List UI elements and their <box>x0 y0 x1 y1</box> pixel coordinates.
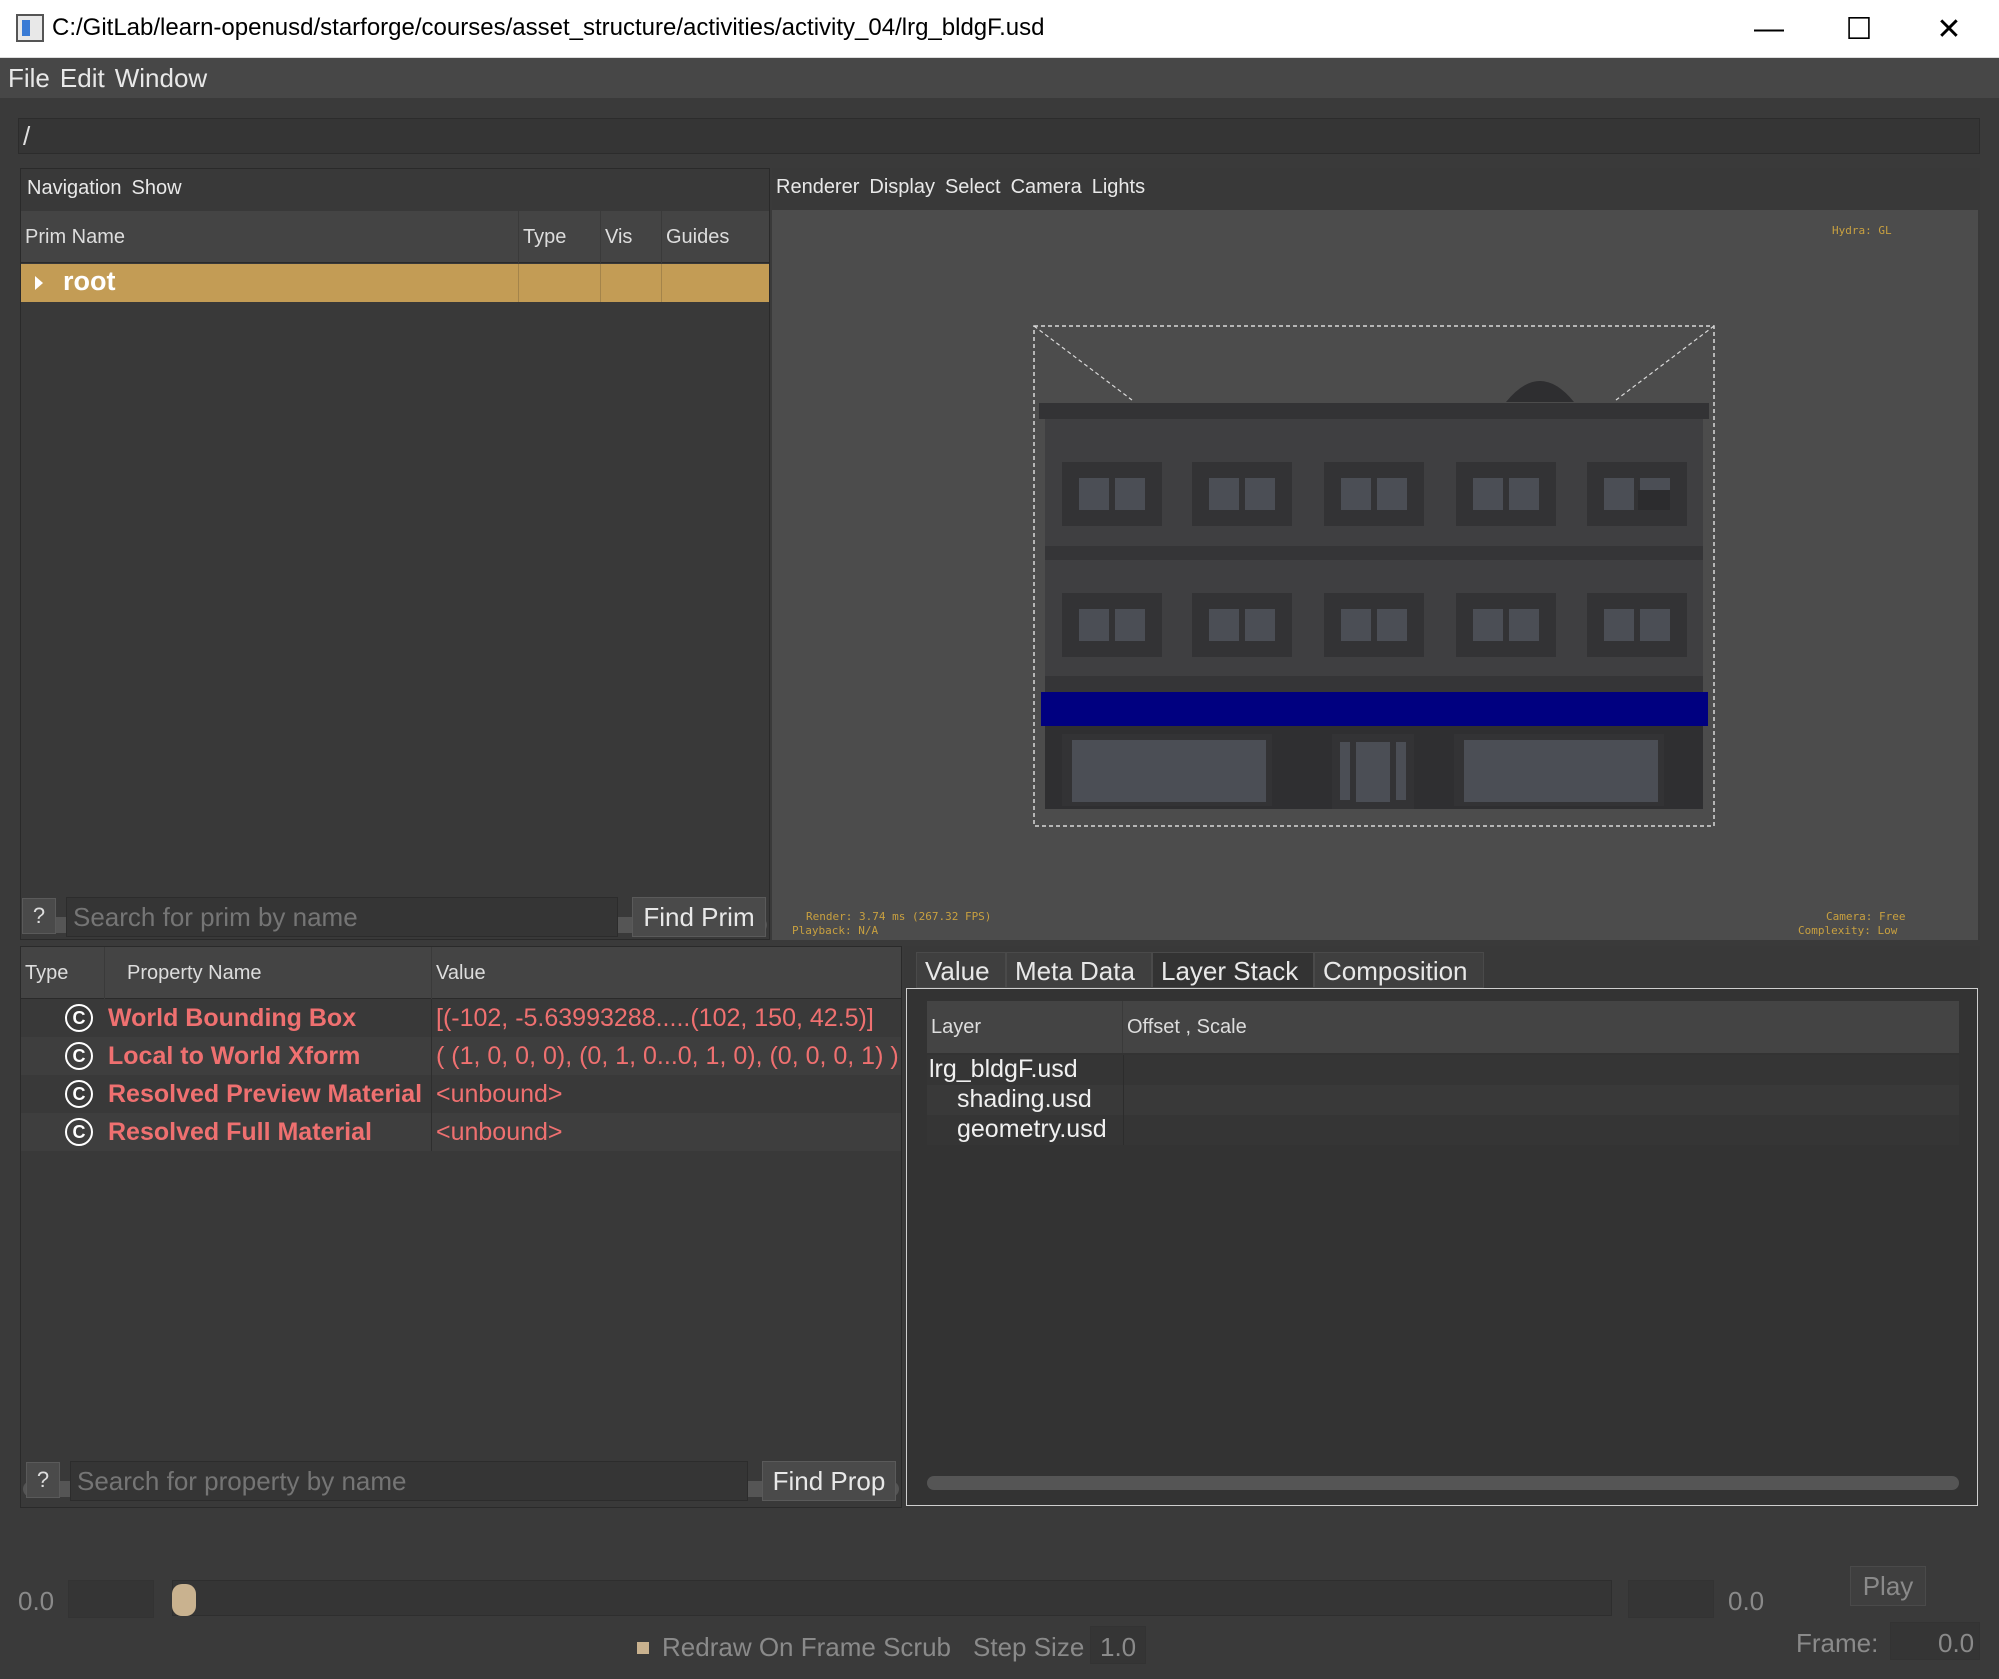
prim-type-cell <box>519 264 601 302</box>
column-type[interactable]: Type <box>519 211 601 263</box>
menu-show[interactable]: Show <box>132 177 182 200</box>
property-name: World Bounding Box <box>108 1004 357 1032</box>
menu-renderer[interactable]: Renderer <box>776 176 859 199</box>
layer-horizontal-scrollbar[interactable] <box>927 1476 1959 1490</box>
column-layer[interactable]: Layer <box>927 1001 1123 1053</box>
hud-renderer: Hydra: GL <box>1832 224 1892 237</box>
property-name: Resolved Preview Material <box>108 1080 423 1108</box>
viewport-menu: Renderer Display Select Camera Lights <box>776 176 1145 199</box>
start-frame-field[interactable] <box>68 1580 154 1618</box>
timeline-start-label: 0.0 <box>18 1586 55 1616</box>
hud-complexity: Complexity: Low <box>1798 924 1898 937</box>
usdview-app: File Edit Window / Navigation Show Prim … <box>0 58 1999 1679</box>
find-prim-button[interactable]: Find Prim <box>632 897 766 937</box>
prim-search-help-button[interactable]: ? <box>22 898 56 934</box>
timeline-end-label: 0.0 <box>1728 1586 1765 1616</box>
frame-slider-handle[interactable] <box>172 1584 196 1616</box>
menu-edit[interactable]: Edit <box>60 63 105 94</box>
menu-bar: File Edit Window <box>0 58 1999 98</box>
property-row[interactable]: C World Bounding Box [(-102, -5.63993288… <box>21 999 901 1037</box>
layer-list: lrg_bldgF.usd shading.usd geometry.usd <box>927 1055 1959 1145</box>
layer-item-geometry[interactable]: geometry.usd <box>957 1115 1107 1144</box>
layer-item-root[interactable]: lrg_bldgF.usd <box>929 1055 1078 1084</box>
redraw-label: Redraw On Frame Scrub <box>662 1632 951 1662</box>
property-row[interactable]: C Local to World Xform ( (1, 0, 0, 0), (… <box>21 1037 901 1075</box>
prim-vis-cell[interactable] <box>601 264 662 302</box>
property-row[interactable]: C Resolved Full Material <unbound> <box>21 1113 901 1151</box>
layer-table-header: Layer Offset , Scale <box>927 1001 1959 1053</box>
menu-file[interactable]: File <box>8 63 50 94</box>
property-row[interactable]: C Resolved Preview Material <unbound> <box>21 1075 901 1113</box>
layer-item-shading[interactable]: shading.usd <box>957 1085 1092 1114</box>
tab-meta-data[interactable]: Meta Data <box>1006 952 1152 988</box>
layer-stack-panel: Value Meta Data Layer Stack Composition … <box>904 946 1980 1508</box>
hud-render-time: Render: 3.74 ms (267.32 FPS) <box>806 910 992 923</box>
step-size-label: Step Size <box>973 1632 1085 1662</box>
property-search-help-button[interactable]: ? <box>26 1462 60 1498</box>
minimize-button[interactable]: — <box>1724 0 1814 58</box>
awning <box>1041 692 1708 726</box>
play-button[interactable]: Play <box>1850 1566 1926 1606</box>
viewport-panel: Renderer Display Select Camera Lights Hy… <box>772 168 1980 940</box>
tab-layer-stack[interactable]: Layer Stack <box>1152 952 1314 988</box>
3d-viewport[interactable]: Hydra: GL Render: 3.74 ms (267.32 FPS) P… <box>772 210 1978 940</box>
column-vis[interactable]: Vis <box>601 211 662 263</box>
prim-search-input[interactable] <box>66 897 618 937</box>
title-bar: C:/GitLab/learn-openusd/starforge/course… <box>0 0 1999 58</box>
prim-row-root[interactable]: root <box>21 264 769 302</box>
menu-display[interactable]: Display <box>869 176 935 199</box>
menu-select[interactable]: Select <box>945 176 1001 199</box>
layer-stack-content: Layer Offset , Scale lrg_bldgF.usd shadi… <box>906 988 1978 1506</box>
property-table-header: Type Property Name Value <box>21 947 901 999</box>
property-value: <unbound> <box>436 1080 563 1108</box>
prim-path-field[interactable]: / <box>18 118 1980 154</box>
building-render <box>1033 325 1715 827</box>
property-value: [(-102, -5.63993288.....(102, 150, 42.5)… <box>436 1004 874 1032</box>
end-frame-field[interactable] <box>1628 1580 1714 1618</box>
property-value: <unbound> <box>436 1118 563 1146</box>
menu-camera[interactable]: Camera <box>1011 176 1082 199</box>
frame-slider-track[interactable] <box>172 1580 1612 1616</box>
column-guides[interactable]: Guides <box>662 211 769 263</box>
timeline-bar: 0.0 0.0 Play Redraw On Frame Scrub Step … <box>0 1510 1999 1679</box>
frame-label: Frame: <box>1796 1628 1879 1658</box>
close-button[interactable]: ✕ <box>1904 0 1994 58</box>
tab-value[interactable]: Value <box>916 952 1006 988</box>
computed-property-icon: C <box>65 1118 93 1146</box>
app-icon <box>16 14 44 42</box>
hud-playback: Playback: N/A <box>792 924 879 937</box>
column-property-name[interactable]: Property Name <box>105 947 432 999</box>
prim-browser-panel: Navigation Show Prim Name Type Vis Guide… <box>20 168 770 940</box>
column-offset-scale[interactable]: Offset , Scale <box>1123 1001 1959 1053</box>
computed-property-icon: C <box>65 1042 93 1070</box>
column-prop-type[interactable]: Type <box>21 947 105 999</box>
property-name: Resolved Full Material <box>108 1118 372 1146</box>
prim-table-header: Prim Name Type Vis Guides <box>21 211 769 263</box>
computed-property-icon: C <box>65 1004 93 1032</box>
prim-browser-menu: Navigation Show <box>27 177 182 200</box>
menu-lights[interactable]: Lights <box>1092 176 1145 199</box>
window-title: C:/GitLab/learn-openusd/starforge/course… <box>52 14 1045 41</box>
property-search-input[interactable] <box>70 1461 748 1501</box>
tab-composition[interactable]: Composition <box>1314 952 1484 988</box>
maximize-button[interactable]: ☐ <box>1814 0 1904 58</box>
menu-window[interactable]: Window <box>115 63 207 94</box>
find-property-button[interactable]: Find Prop <box>762 1461 896 1501</box>
hud-camera: Camera: Free <box>1826 910 1906 923</box>
prim-name-cell <box>21 264 519 302</box>
frame-value: 0.0 <box>1938 1628 1975 1658</box>
property-name: Local to World Xform <box>108 1042 361 1070</box>
step-size-value: 1.0 <box>1100 1632 1137 1662</box>
property-panel: Type Property Name Value C World Boundin… <box>20 946 902 1508</box>
redraw-checkbox[interactable] <box>637 1642 649 1654</box>
menu-navigation[interactable]: Navigation <box>27 177 122 200</box>
column-value[interactable]: Value <box>432 947 901 999</box>
column-prim-name[interactable]: Prim Name <box>21 211 519 263</box>
computed-property-icon: C <box>65 1080 93 1108</box>
property-value: ( (1, 0, 0, 0), (0, 1, 0...0, 1, 0), (0,… <box>436 1042 899 1070</box>
